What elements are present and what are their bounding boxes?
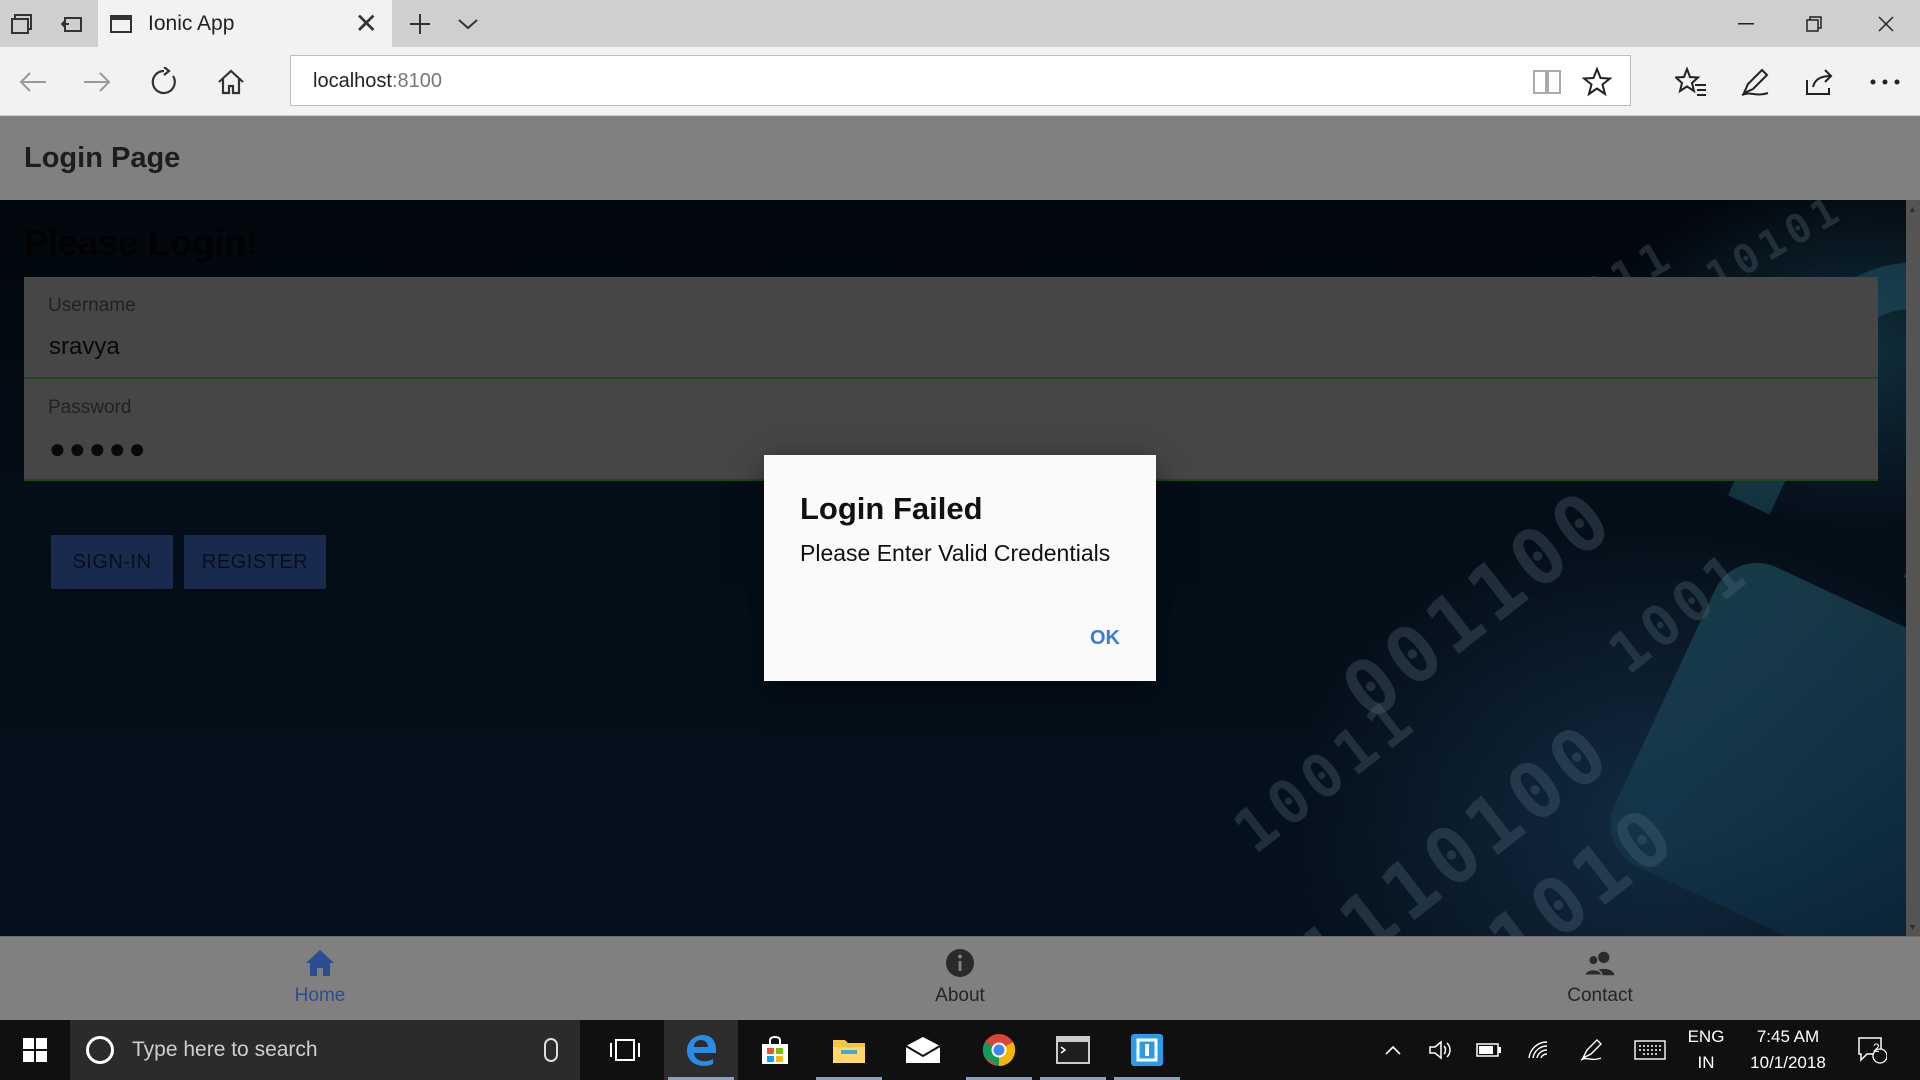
- home-icon[interactable]: [212, 63, 250, 101]
- notification-count: 2: [1873, 1041, 1880, 1055]
- alert-message: Please Enter Valid Credentials: [800, 540, 1111, 566]
- web-note-pen-icon[interactable]: [1736, 63, 1774, 101]
- home-icon: [304, 947, 336, 979]
- mail-icon[interactable]: [886, 1020, 960, 1080]
- action-center-icon[interactable]: 2: [1852, 1020, 1892, 1080]
- page-title: Login Page: [24, 142, 181, 174]
- task-view-icon[interactable]: [588, 1020, 662, 1080]
- tab-manager-icon[interactable]: [8, 10, 36, 38]
- contacts-icon: [1584, 947, 1616, 979]
- page-icon: [110, 14, 132, 33]
- forward-arrow-icon[interactable]: [78, 63, 116, 101]
- clock[interactable]: 7:45 AM 10/1/2018: [1738, 1024, 1838, 1076]
- refresh-icon[interactable]: [145, 63, 183, 101]
- favorites-hub-icon[interactable]: [1672, 63, 1710, 101]
- tab-title: Ionic App: [148, 11, 235, 35]
- tab-about[interactable]: About: [860, 937, 1060, 1021]
- store-icon[interactable]: [738, 1020, 812, 1080]
- lang-bottom: IN: [1697, 1053, 1715, 1072]
- input-language-indicator[interactable]: ENG IN: [1682, 1024, 1730, 1076]
- alert-dialog: Login Failed Please Enter Valid Credenti…: [764, 455, 1156, 681]
- share-icon[interactable]: [1800, 63, 1838, 101]
- tab-home[interactable]: Home: [220, 937, 420, 1021]
- restore-icon[interactable]: [1780, 0, 1848, 47]
- tab-contact[interactable]: Contact: [1500, 937, 1700, 1021]
- cortana-icon: [86, 1036, 114, 1064]
- search-placeholder: Type here to search: [132, 1038, 318, 1061]
- show-hidden-icons-chevron-icon[interactable]: [1378, 1020, 1408, 1080]
- battery-icon[interactable]: [1474, 1020, 1504, 1080]
- info-icon: [944, 947, 976, 979]
- browser-toolbar: localhost:8100: [0, 47, 1920, 116]
- close-tab-icon[interactable]: ✕: [355, 10, 378, 38]
- minimize-icon[interactable]: [1712, 0, 1780, 47]
- alert-ok-button[interactable]: OK: [1090, 627, 1120, 650]
- file-explorer-icon[interactable]: [812, 1020, 886, 1080]
- close-window-icon[interactable]: [1852, 0, 1920, 47]
- tab-contact-label: Contact: [1567, 985, 1633, 1006]
- windows-ink-icon[interactable]: [1576, 1020, 1606, 1080]
- wifi-icon[interactable]: [1524, 1020, 1554, 1080]
- favorite-star-icon[interactable]: [1581, 66, 1613, 98]
- touch-keyboard-icon[interactable]: [1630, 1020, 1670, 1080]
- app-header: Login Page: [0, 116, 1920, 200]
- tab-bar: Home About Contact: [0, 936, 1920, 1020]
- clock-time: 7:45 AM: [1756, 1027, 1820, 1046]
- edge-browser-icon[interactable]: [664, 1020, 738, 1080]
- browser-tab-bar: Ionic App ✕: [0, 0, 1920, 47]
- address-bar[interactable]: localhost:8100: [290, 55, 1631, 106]
- alert-title: Login Failed: [800, 491, 983, 526]
- lang-top: ENG: [1687, 1027, 1725, 1046]
- microphone-icon[interactable]: [544, 1038, 558, 1062]
- url-text: localhost:8100: [313, 70, 442, 92]
- chrome-icon[interactable]: [962, 1020, 1036, 1080]
- set-aside-tabs-icon[interactable]: [58, 10, 86, 38]
- more-options-icon[interactable]: [1866, 63, 1904, 101]
- clock-date: 10/1/2018: [1750, 1053, 1826, 1072]
- tab-preview-chevron-icon[interactable]: [454, 10, 482, 38]
- vscode-icon[interactable]: [1110, 1020, 1184, 1080]
- browser-tab[interactable]: Ionic App ✕: [98, 0, 392, 47]
- tab-about-label: About: [935, 985, 985, 1006]
- tab-home-label: Home: [294, 985, 346, 1006]
- taskbar-search-box[interactable]: Type here to search: [70, 1020, 580, 1080]
- new-tab-icon[interactable]: [406, 10, 434, 38]
- back-arrow-icon[interactable]: [14, 63, 52, 101]
- windows-taskbar: Type here to search ENG IN 7:45 AM 10/1/…: [0, 1020, 1920, 1080]
- windows-start-icon[interactable]: [0, 1020, 70, 1080]
- reading-view-icon[interactable]: [1531, 66, 1563, 98]
- volume-icon[interactable]: [1426, 1020, 1456, 1080]
- command-prompt-icon[interactable]: [1036, 1020, 1110, 1080]
